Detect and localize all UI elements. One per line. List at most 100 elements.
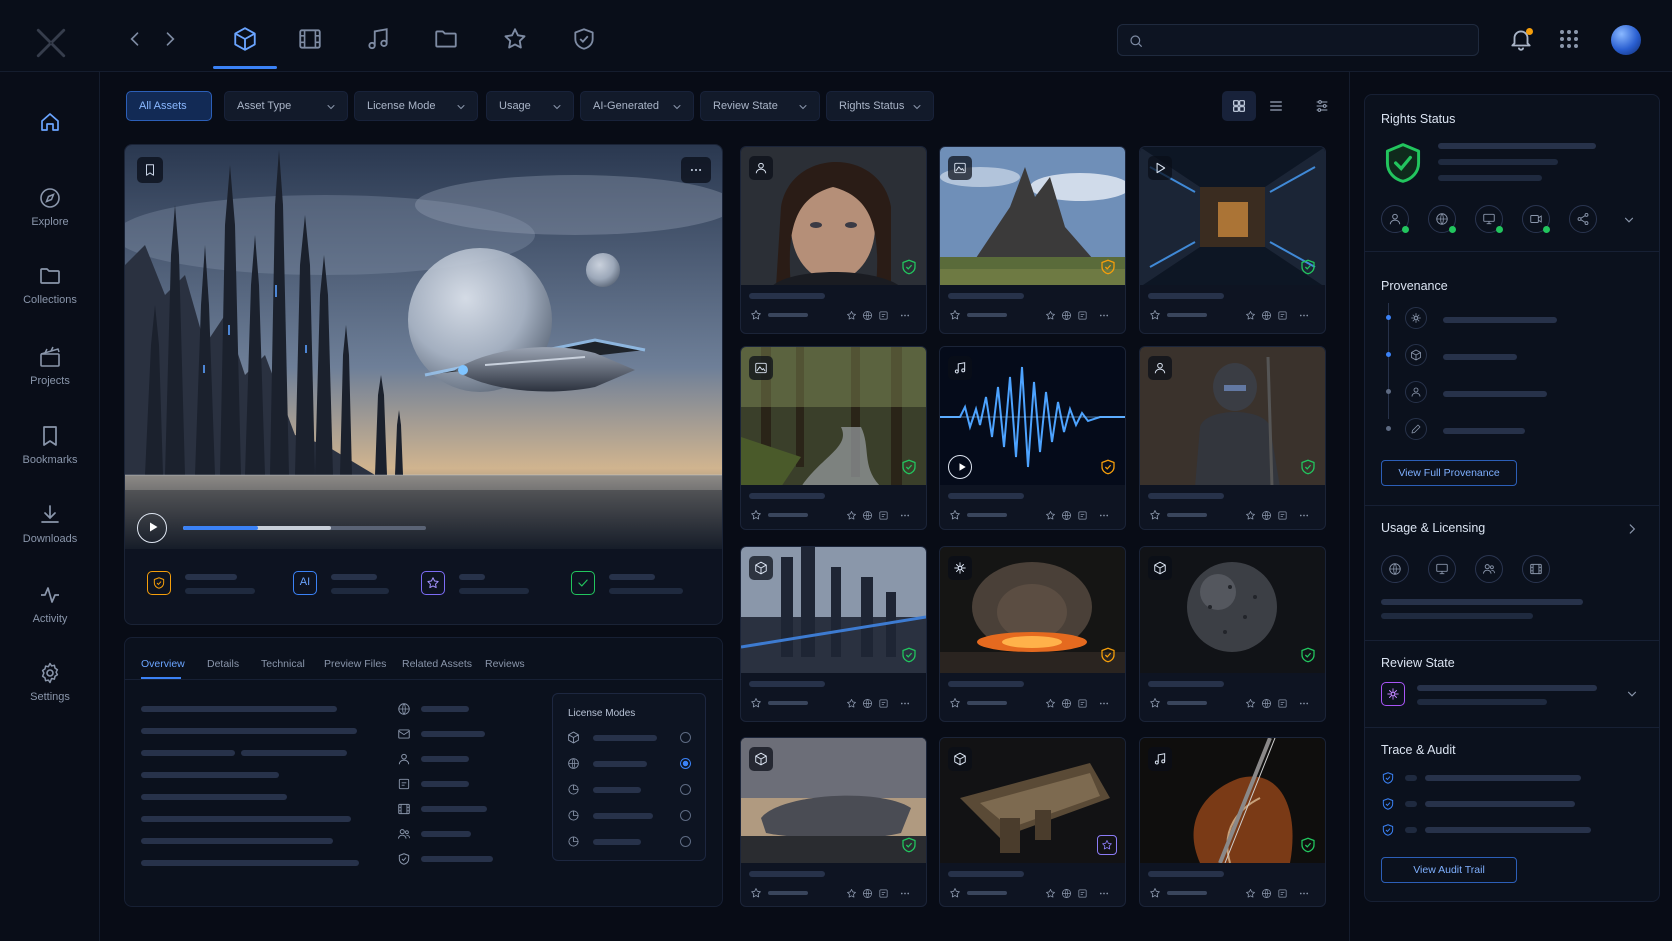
usage-video-button[interactable] <box>1522 205 1550 233</box>
chevron-right-icon[interactable] <box>1625 522 1639 536</box>
favorite-star-icon[interactable] <box>949 887 961 899</box>
more-horizontal-icon[interactable] <box>1297 510 1311 521</box>
document-icon[interactable] <box>1277 888 1288 899</box>
document-icon[interactable] <box>1077 698 1088 709</box>
usage-screen-button[interactable] <box>1475 205 1503 233</box>
copyright-icon[interactable] <box>1061 698 1072 709</box>
provenance-step[interactable] <box>1405 307 1427 329</box>
star-icon[interactable] <box>846 310 857 321</box>
view-full-provenance-button[interactable]: View Full Provenance <box>1381 460 1517 486</box>
provenance-step[interactable] <box>1405 381 1427 403</box>
usage-person-button[interactable] <box>1381 205 1409 233</box>
copyright-icon[interactable] <box>1261 310 1272 321</box>
favorite-star-icon[interactable] <box>750 697 762 709</box>
star-icon[interactable] <box>1045 698 1056 709</box>
play-button[interactable] <box>948 455 972 479</box>
document-icon[interactable] <box>1277 510 1288 521</box>
star-icon[interactable] <box>1045 888 1056 899</box>
asset-card[interactable] <box>939 146 1126 334</box>
favorite-star-icon[interactable] <box>750 509 762 521</box>
play-button[interactable] <box>137 513 167 543</box>
search-input[interactable] <box>1152 25 1472 55</box>
asset-card[interactable] <box>740 146 927 334</box>
favorite-star-icon[interactable] <box>949 509 961 521</box>
document-icon[interactable] <box>1277 698 1288 709</box>
chevron-down-icon[interactable] <box>1622 213 1636 227</box>
filter-license-mode[interactable]: License Mode <box>354 91 478 121</box>
license-mode-radio[interactable] <box>680 784 691 795</box>
forward-button[interactable] <box>160 29 180 49</box>
copyright-icon[interactable] <box>862 698 873 709</box>
grid-view-button[interactable] <box>1222 91 1256 121</box>
tab-files[interactable] <box>433 26 459 52</box>
licensing-screen-button[interactable] <box>1428 555 1456 583</box>
copyright-icon[interactable] <box>1261 888 1272 899</box>
copyright-icon[interactable] <box>862 310 873 321</box>
favorite-star-icon[interactable] <box>949 309 961 321</box>
asset-card[interactable] <box>1139 737 1326 907</box>
star-icon[interactable] <box>1045 310 1056 321</box>
more-horizontal-icon[interactable] <box>1297 888 1311 899</box>
copyright-icon[interactable] <box>1061 510 1072 521</box>
copyright-icon[interactable] <box>862 888 873 899</box>
more-horizontal-icon[interactable] <box>898 888 912 899</box>
apps-grid-icon[interactable] <box>1558 28 1580 50</box>
filter-asset-type[interactable]: Asset Type <box>224 91 348 121</box>
document-icon[interactable] <box>1077 888 1088 899</box>
tab-related-assets[interactable]: Related Assets <box>402 658 472 670</box>
user-avatar[interactable] <box>1611 25 1641 55</box>
document-icon[interactable] <box>1077 510 1088 521</box>
asset-card[interactable] <box>1139 346 1326 530</box>
asset-card[interactable] <box>939 546 1126 722</box>
provenance-step[interactable] <box>1405 344 1427 366</box>
tab-preview-files[interactable]: Preview Files <box>324 658 386 670</box>
star-icon[interactable] <box>1245 698 1256 709</box>
usage-web-button[interactable] <box>1428 205 1456 233</box>
favorite-star-icon[interactable] <box>750 309 762 321</box>
copyright-icon[interactable] <box>1261 698 1272 709</box>
document-icon[interactable] <box>878 698 889 709</box>
favorite-star-icon[interactable] <box>1149 887 1161 899</box>
more-horizontal-icon[interactable] <box>898 510 912 521</box>
tab-technical[interactable]: Technical <box>261 658 305 670</box>
copyright-icon[interactable] <box>1261 510 1272 521</box>
filter-all-assets[interactable]: All Assets <box>126 91 212 121</box>
filter-rights-status[interactable]: Rights Status <box>826 91 934 121</box>
sidebar-item-bookmarks[interactable]: Bookmarks <box>0 424 100 466</box>
licensing-web-button[interactable] <box>1381 555 1409 583</box>
more-horizontal-icon[interactable] <box>898 310 912 321</box>
asset-card[interactable] <box>740 737 927 907</box>
back-button[interactable] <box>125 29 145 49</box>
filter-review-state[interactable]: Review State <box>700 91 820 121</box>
tab-details[interactable]: Details <box>207 658 239 670</box>
asset-card[interactable] <box>1139 546 1326 722</box>
license-mode-radio[interactable] <box>680 836 691 847</box>
favorite-star-icon[interactable] <box>1149 309 1161 321</box>
usage-licensing-title[interactable]: Usage & Licensing <box>1381 521 1485 535</box>
sidebar-item-collections[interactable]: Collections <box>0 264 100 306</box>
favorite-star-icon[interactable] <box>1149 697 1161 709</box>
more-horizontal-icon[interactable] <box>1297 698 1311 709</box>
favorite-star-icon[interactable] <box>750 887 762 899</box>
list-view-button[interactable] <box>1259 91 1293 121</box>
filter-settings-button[interactable] <box>1305 91 1339 121</box>
asset-card[interactable] <box>1139 146 1326 334</box>
filter-usage[interactable]: Usage <box>486 91 574 121</box>
video-progress-bar[interactable] <box>183 526 426 530</box>
star-icon[interactable] <box>846 888 857 899</box>
asset-card[interactable] <box>939 346 1126 530</box>
sidebar-item-activity[interactable]: Activity <box>0 583 100 625</box>
more-horizontal-icon[interactable] <box>1097 888 1111 899</box>
star-icon[interactable] <box>1245 310 1256 321</box>
more-horizontal-icon[interactable] <box>898 698 912 709</box>
copyright-icon[interactable] <box>1061 888 1072 899</box>
licensing-film-button[interactable] <box>1522 555 1550 583</box>
asset-card[interactable] <box>740 546 927 722</box>
more-horizontal-icon[interactable] <box>1297 310 1311 321</box>
provenance-step[interactable] <box>1405 418 1427 440</box>
star-icon[interactable] <box>1245 510 1256 521</box>
usage-share-button[interactable] <box>1569 205 1597 233</box>
tab-reviews[interactable]: Reviews <box>485 658 525 670</box>
bookmark-button[interactable] <box>137 157 163 183</box>
favorite-star-icon[interactable] <box>949 697 961 709</box>
